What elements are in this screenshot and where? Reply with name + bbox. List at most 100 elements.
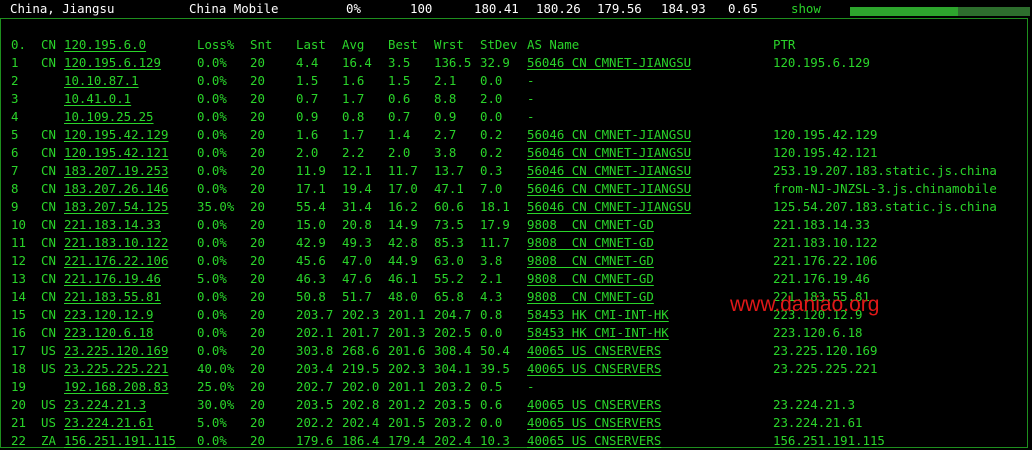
hop-ip-link[interactable]: 23.224.21.61 (64, 414, 154, 432)
hop-last: 203.5 (296, 397, 334, 412)
hop-best: 0.7 (388, 109, 411, 124)
hop-as-name[interactable]: 9808 CN CMNET-GD (527, 216, 654, 234)
hop-ip-link[interactable]: 221.183.55.81 (64, 288, 161, 306)
hop-ip-link[interactable]: 156.251.191.115 (64, 432, 176, 450)
hop-ip-link[interactable]: 183.207.26.146 (64, 180, 168, 198)
hop-stdev: 17.9 (480, 217, 510, 232)
hop-ip-link[interactable]: 221.176.19.46 (64, 270, 161, 288)
hop-ip-link[interactable]: 223.120.12.9 (64, 306, 154, 324)
hop-snt: 20 (250, 145, 265, 160)
hop-index: 18 (11, 361, 26, 376)
hop-ip-link[interactable]: 221.183.14.33 (64, 216, 161, 234)
hop-as-name[interactable]: 56046 CN CMNET-JIANGSU (527, 144, 691, 162)
hop-as-name[interactable]: 58453 HK CMI-INT-HK (527, 306, 669, 324)
hop-loss: 0.0% (197, 289, 227, 304)
hop-index: 11 (11, 235, 26, 250)
hop-last: 4.4 (296, 55, 319, 70)
hop-best: 201.1 (388, 307, 426, 322)
hop-as-name[interactable]: 40065 US CNSERVERS (527, 360, 661, 378)
hop-stdev: 50.4 (480, 343, 510, 358)
hop-country: US (41, 397, 56, 412)
hop-as-name[interactable]: 56046 CN CMNET-JIANGSU (527, 126, 691, 144)
hop-ip-link[interactable]: 23.225.120.169 (64, 342, 168, 360)
hop-as-name[interactable]: 9808 CN CMNET-GD (527, 252, 654, 270)
hop-index: 22 (11, 433, 26, 448)
hop-loss: 35.0% (197, 199, 235, 214)
hop-ip-link[interactable]: 10.109.25.25 (64, 108, 154, 126)
hop-stdev: 2.0 (480, 91, 503, 106)
hop-avg: 1.7 (342, 91, 365, 106)
hop-last: 0.9 (296, 109, 319, 124)
header-ip-link[interactable]: 120.195.6.0 (64, 36, 146, 54)
hop-wrst: 47.1 (434, 181, 464, 196)
hop-ip-link[interactable]: 23.224.21.3 (64, 396, 146, 414)
hop-stdev: 10.3 (480, 433, 510, 448)
hop-avg: 219.5 (342, 361, 380, 376)
hop-as-name[interactable]: 56046 CN CMNET-JIANGSU (527, 54, 691, 72)
hop-last: 45.6 (296, 253, 326, 268)
hop-as-name[interactable]: 9808 CN CMNET-GD (527, 288, 654, 306)
hop-ptr: 221.176.19.46 (773, 271, 870, 286)
table-row: 1 CN 120.195.6.129 0.0% 20 4.4 16.4 3.5 136.5 32.… (1, 54, 1029, 72)
hop-ip-link[interactable]: 223.120.6.18 (64, 324, 154, 342)
hop-wrst: 55.2 (434, 271, 464, 286)
hop-avg: 47.0 (342, 253, 372, 268)
hop-ip-link[interactable]: 183.207.54.125 (64, 198, 168, 216)
hop-stdev: 0.0 (480, 415, 503, 430)
hop-as-name[interactable]: 56046 CN CMNET-JIANGSU (527, 162, 691, 180)
hop-as-name[interactable]: 40065 US CNSERVERS (527, 396, 661, 414)
hop-as-name[interactable]: 9808 CN CMNET-GD (527, 270, 654, 288)
hop-last: 202.2 (296, 415, 334, 430)
hop-last: 42.9 (296, 235, 326, 250)
hop-last: 0.7 (296, 91, 319, 106)
hop-last: 1.6 (296, 127, 319, 142)
hop-best: 44.9 (388, 253, 418, 268)
hop-ip-link[interactable]: 23.225.225.221 (64, 360, 168, 378)
hop-ip-link[interactable]: 10.41.0.1 (64, 90, 131, 108)
hop-best: 201.5 (388, 415, 426, 430)
hop-snt: 20 (250, 127, 265, 142)
hop-wrst: 202.4 (434, 433, 472, 448)
hop-as-name[interactable]: 9808 CN CMNET-GD (527, 234, 654, 252)
header-loss: Loss% (197, 37, 235, 52)
hop-ip-link[interactable]: 221.183.10.122 (64, 234, 168, 252)
hop-as-name[interactable]: 40065 US CNSERVERS (527, 342, 661, 360)
hop-as-name[interactable]: 56046 CN CMNET-JIANGSU (527, 198, 691, 216)
hop-stdev: 0.2 (480, 127, 503, 142)
hop-stdev: 18.1 (480, 199, 510, 214)
hop-index: 12 (11, 253, 26, 268)
hop-loss: 5.0% (197, 415, 227, 430)
hop-as-name[interactable]: 40065 US CNSERVERS (527, 414, 661, 432)
hop-as-name[interactable]: 56046 CN CMNET-JIANGSU (527, 180, 691, 198)
hop-ip-link[interactable]: 120.195.6.129 (64, 54, 161, 72)
summary-last: 180.41 (474, 1, 519, 16)
show-toggle-link[interactable]: show (791, 0, 821, 18)
hop-stdev: 0.0 (480, 325, 503, 340)
hop-index: 15 (11, 307, 26, 322)
hop-snt: 20 (250, 217, 265, 232)
hop-index: 4 (11, 109, 19, 124)
hop-snt: 20 (250, 253, 265, 268)
hop-ptr: 120.195.6.129 (773, 55, 870, 70)
hop-wrst: 60.6 (434, 199, 464, 214)
hop-ip-link[interactable]: 183.207.19.253 (64, 162, 168, 180)
hop-as-name[interactable]: 40065 US CNSERVERS (527, 432, 661, 450)
hop-ip-link[interactable]: 10.10.87.1 (64, 72, 139, 90)
hop-snt: 20 (250, 55, 265, 70)
hop-ip-link[interactable]: 120.195.42.129 (64, 126, 168, 144)
hop-avg: 268.6 (342, 343, 380, 358)
hop-country: US (41, 361, 56, 376)
hop-as-name: - (527, 91, 535, 106)
table-row: 21 US 23.224.21.61 5.0% 20 202.2 202.4 201.5 203… (1, 414, 1029, 432)
hop-avg: 51.7 (342, 289, 372, 304)
hop-country: ZA (41, 433, 56, 448)
hop-ip-link[interactable]: 221.176.22.106 (64, 252, 168, 270)
hop-as-name: - (527, 379, 535, 394)
header-ptr: PTR (773, 37, 796, 52)
hop-as-name[interactable]: 58453 HK CMI-INT-HK (527, 324, 669, 342)
hop-stdev: 2.1 (480, 271, 503, 286)
hop-best: 2.0 (388, 145, 411, 160)
summary-loss: 0% (346, 1, 361, 16)
hop-ip-link[interactable]: 192.168.208.83 (64, 378, 168, 396)
hop-ip-link[interactable]: 120.195.42.121 (64, 144, 168, 162)
